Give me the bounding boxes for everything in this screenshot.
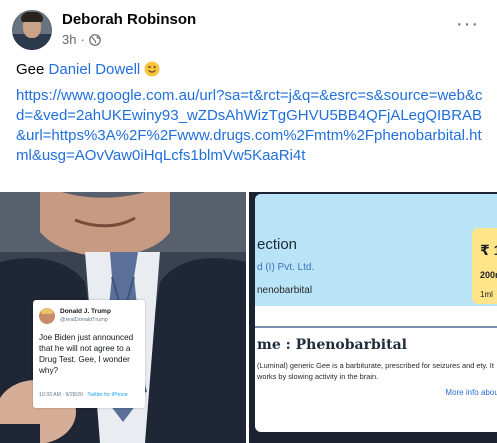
webpage-card: ection d (I) Pvt. Ltd. nenobarbital ₹ 1 …	[255, 194, 497, 432]
webpage-description: (Luminal) generic Gee is a barbiturate, …	[257, 361, 494, 381]
tweet-footer: 10:33 AM · 9/28/20 · Twitter for iPhone	[39, 392, 128, 398]
tweet-author: Donald J. Trump	[60, 308, 111, 315]
tweet-handle: @realDonaldTrump	[60, 317, 108, 323]
avatar-ring	[12, 10, 52, 50]
tweet-source: Twitter for iPhone	[87, 392, 128, 398]
post-time[interactable]: 3h	[62, 32, 76, 47]
post-header: Deborah Robinson 3h · ···	[0, 0, 497, 56]
webpage-generic: nenobarbital	[257, 285, 313, 296]
tweet-card: Donald J. Trump @realDonaldTrump Joe Bid…	[33, 300, 145, 408]
webpage-divider	[255, 326, 497, 328]
price-box: ₹ 1 200m 1ml	[472, 228, 497, 304]
photo-with-tweet[interactable]: Donald J. Trump @realDonaldTrump Joe Bid…	[0, 192, 246, 443]
webpage-company: d (I) Pvt. Ltd.	[257, 262, 315, 273]
post-message: Gee Daniel Dowell	[16, 60, 486, 80]
tweet-avatar	[39, 308, 55, 324]
mention-link[interactable]: Daniel Dowell	[49, 61, 141, 78]
message-prefix: Gee	[16, 61, 45, 78]
webpage-more-info: More info about	[445, 388, 497, 397]
tweet-time: 10:33 AM · 9/28/20 ·	[39, 392, 87, 398]
price-dose: 200m	[480, 270, 497, 280]
price-symbol: ₹ 1	[480, 242, 497, 258]
drug-webpage-screenshot[interactable]: ection d (I) Pvt. Ltd. nenobarbital ₹ 1 …	[249, 192, 497, 443]
author-avatar[interactable]	[12, 10, 52, 50]
price-volume: 1ml	[480, 290, 493, 299]
webpage-drug-name: me : Phenobarbital	[257, 337, 407, 353]
more-options-icon[interactable]: ···	[456, 14, 479, 34]
webpage-title: ection	[257, 236, 298, 253]
winking-face-icon	[144, 61, 160, 77]
globe-icon[interactable]	[89, 33, 101, 46]
tweet-body: Joe Biden just announced that he will no…	[39, 333, 134, 375]
shared-url-link[interactable]: https://www.google.com.au/url?sa=t&rct=j…	[16, 86, 486, 166]
meta-separator: ·	[80, 32, 85, 47]
post-meta: 3h ·	[62, 32, 101, 47]
author-name[interactable]: Deborah Robinson	[62, 11, 196, 28]
post-images: Donald J. Trump @realDonaldTrump Joe Bid…	[0, 192, 497, 443]
